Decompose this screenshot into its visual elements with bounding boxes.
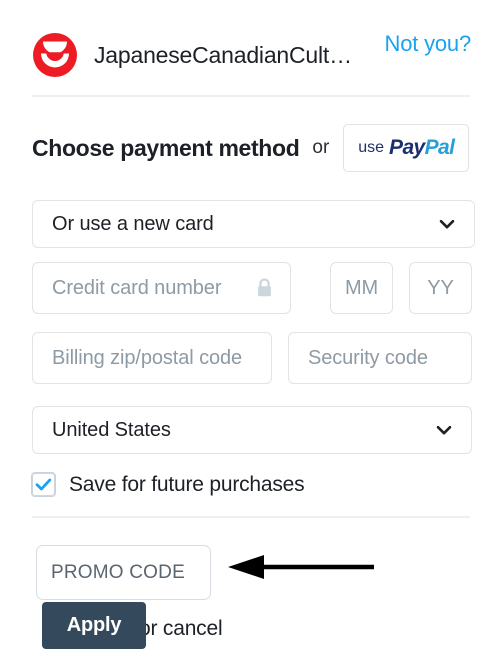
checkout-payment-panel: JapaneseCanadianCult… Not you? Choose pa… xyxy=(0,0,500,670)
card-number-input[interactable]: Credit card number xyxy=(32,262,291,314)
promo-code-input[interactable]: PROMO CODE xyxy=(36,545,211,600)
security-code-placeholder: Security code xyxy=(308,346,428,369)
use-paypal-button[interactable]: use Pay Pal xyxy=(343,124,470,172)
security-code-input[interactable]: Security code xyxy=(288,332,472,384)
expiry-month-placeholder: MM xyxy=(344,276,379,299)
billing-zip-input[interactable]: Billing zip/postal code xyxy=(32,332,272,384)
expiry-year-placeholder: YY xyxy=(427,276,454,299)
apply-promo-button[interactable]: Apply xyxy=(42,602,146,649)
jccc-circle-logo-icon xyxy=(32,32,78,78)
save-card-checkbox-row[interactable]: Save for future purchases xyxy=(31,472,305,497)
card-number-placeholder: Credit card number xyxy=(52,276,222,299)
promo-code-placeholder: PROMO CODE xyxy=(51,561,185,583)
cancel-promo-link[interactable]: cancel xyxy=(163,617,223,640)
payment-or-label: or xyxy=(312,137,330,158)
promo-divider xyxy=(32,516,470,518)
billing-zip-placeholder: Billing zip/postal code xyxy=(52,346,243,369)
account-identity: JapaneseCanadianCult… xyxy=(32,32,352,78)
country-select-value: United States xyxy=(52,418,171,441)
header-divider xyxy=(32,95,470,97)
country-select[interactable]: United States xyxy=(32,406,472,454)
payment-method-heading-row: Choose payment method or use Pay Pal xyxy=(32,124,470,172)
expiry-year-input[interactable]: YY xyxy=(409,262,472,314)
saved-card-select[interactable]: Or use a new card xyxy=(32,200,475,248)
promo-or-cancel: or cancel xyxy=(139,617,223,641)
paypal-use-label: use xyxy=(358,139,385,156)
paypal-logo-pal-text: Pal xyxy=(424,136,455,159)
not-you-link[interactable]: Not you? xyxy=(385,31,472,57)
payment-method-title: Choose payment method xyxy=(32,134,300,161)
save-card-label: Save for future purchases xyxy=(69,472,305,496)
paypal-logo-pay-text: Pay xyxy=(389,136,425,159)
save-card-checkbox[interactable] xyxy=(31,472,56,497)
account-header: JapaneseCanadianCult… Not you? xyxy=(0,0,500,96)
saved-card-select-value: Or use a new card xyxy=(52,212,214,235)
expiry-month-input[interactable]: MM xyxy=(330,262,393,314)
account-name: JapaneseCanadianCult… xyxy=(94,41,352,68)
